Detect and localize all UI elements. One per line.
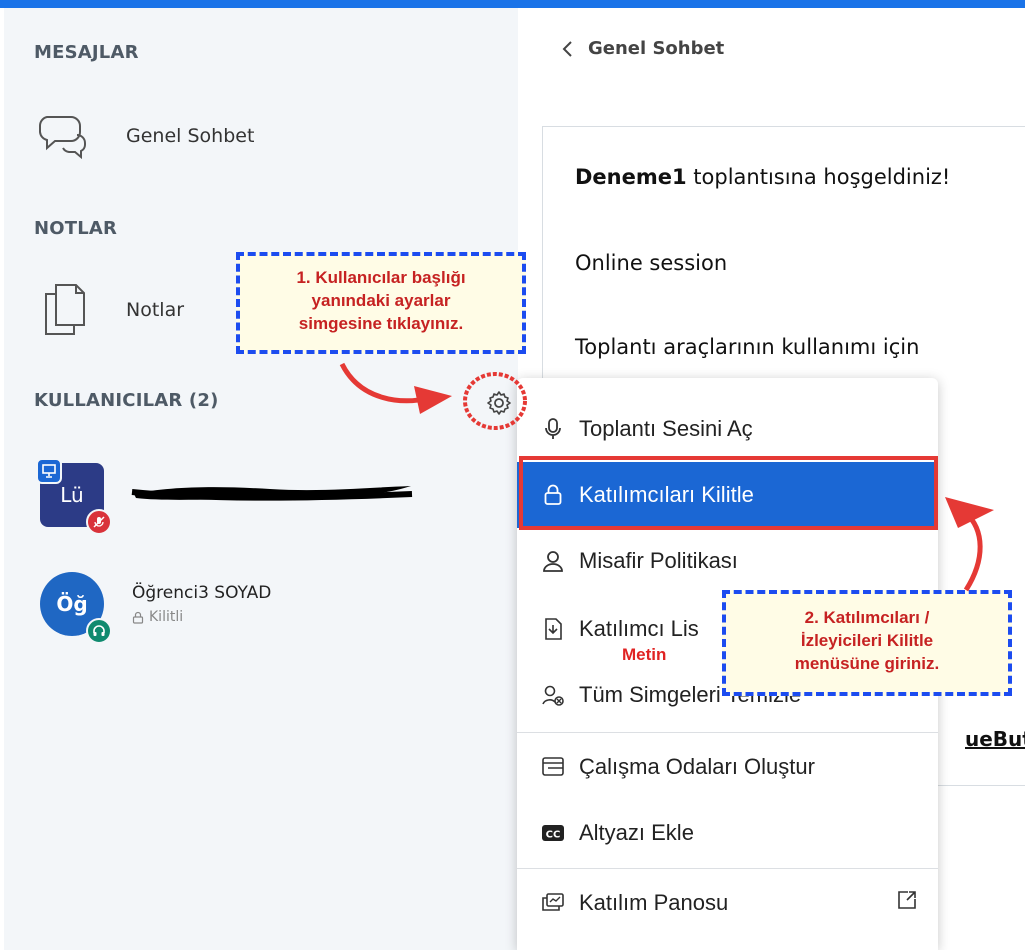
presenter-icon	[36, 458, 62, 484]
user-list-item[interactable]: Öğ Öğrenci3 SOYAD Kilitli	[40, 572, 272, 644]
meeting-name: Deneme1	[575, 165, 687, 189]
menu-item-learning-dashboard[interactable]: Katılım Panosu	[517, 870, 938, 936]
callout-line: simgesine tıklayınız.	[298, 314, 464, 333]
tools-usage-text: Toplantı araçlarının kullanımı için	[575, 335, 920, 359]
menu-divider	[517, 868, 938, 869]
svg-text:CC: CC	[546, 830, 561, 841]
chevron-left-icon	[562, 40, 572, 57]
chat-back-button[interactable]: Genel Sohbet	[562, 38, 724, 59]
sidebar: MESAJLAR Genel Sohbet NOTLAR Notlar KULL…	[4, 8, 518, 950]
welcome-text: toplantısına hoşgeldiniz!	[686, 165, 951, 189]
notes-icon	[34, 280, 94, 340]
menu-item-label: Misafir Politikası	[579, 548, 738, 573]
user-status: Kilitli	[132, 609, 271, 625]
user-name: Öğrenci3 SOYAD	[132, 583, 272, 603]
metin-label: Metin	[622, 645, 667, 664]
rooms-icon	[539, 753, 567, 781]
redacted-name	[131, 486, 413, 501]
user-list-item[interactable]: Lü	[36, 458, 112, 535]
menu-item-label: Katılım Panosu	[579, 890, 729, 915]
avatar: Öğ	[40, 572, 112, 644]
instruction-callout-2: 2. Katılımcıları / İzleyicileri Kilitle …	[722, 590, 1012, 696]
callout-line: İzleyicileri Kilitle	[800, 631, 934, 650]
users-header: KULLANICILAR (2)	[34, 390, 219, 411]
notes-header: NOTLAR	[34, 218, 118, 239]
menu-item-unmute-meeting[interactable]: Toplantı Sesini Aç	[517, 396, 938, 462]
external-link-icon	[896, 889, 918, 917]
lock-icon	[132, 611, 144, 624]
user-status-text: Kilitli	[149, 609, 184, 625]
dashboard-icon	[539, 889, 567, 917]
menu-item-breakout-rooms[interactable]: Çalışma Odaları Oluştur	[517, 734, 938, 800]
menu-item-add-captions[interactable]: CC Altyazı Ekle	[517, 800, 938, 866]
cc-icon: CC	[539, 819, 567, 847]
gear-icon	[487, 391, 511, 415]
menu-item-label: Katılımcı Lis	[579, 616, 699, 641]
headphones-icon	[86, 618, 112, 644]
top-accent-bar	[0, 0, 1025, 8]
clear-status-icon	[539, 681, 567, 709]
messages-header: MESAJLAR	[34, 42, 139, 63]
menu-item-label: Çalışma Odaları Oluştur	[579, 754, 815, 779]
callout-line: 1. Kullanıcılar başlığı	[296, 268, 466, 287]
highlight-rectangle	[519, 456, 938, 530]
menu-item-label: Altyazı Ekle	[579, 820, 694, 845]
avatar-initials: Öğ	[56, 592, 88, 616]
avatar: Lü	[36, 458, 112, 535]
menu-item-guest-policy[interactable]: Misafir Politikası	[517, 528, 938, 594]
public-chat-label: Genel Sohbet	[126, 125, 255, 147]
instruction-callout-1: 1. Kullanıcılar başlığı yanındaki ayarla…	[236, 252, 526, 354]
user-icon	[539, 547, 567, 575]
callout-line: 2. Katılımcıları /	[804, 608, 930, 627]
settings-gear-button[interactable]	[482, 386, 516, 420]
avatar-initials: Lü	[60, 483, 84, 507]
microphone-icon	[539, 415, 567, 443]
welcome-message: Deneme1 toplantısına hoşgeldiniz!	[575, 165, 950, 189]
callout-line: menüsüne giriniz.	[794, 654, 940, 673]
chat-link[interactable]: ueButto	[965, 727, 1025, 751]
chat-title: Genel Sohbet	[588, 38, 725, 59]
chat-icon	[34, 106, 94, 166]
online-session-text: Online session	[575, 251, 728, 275]
menu-item-label: Toplantı Sesini Aç	[579, 416, 753, 441]
callout-line: yanındaki ayarlar	[311, 291, 451, 310]
menu-divider	[517, 732, 938, 733]
muted-microphone-icon	[86, 509, 112, 535]
download-icon	[539, 615, 567, 643]
sidebar-item-public-chat[interactable]: Genel Sohbet	[34, 106, 494, 166]
notes-label: Notlar	[126, 299, 185, 321]
